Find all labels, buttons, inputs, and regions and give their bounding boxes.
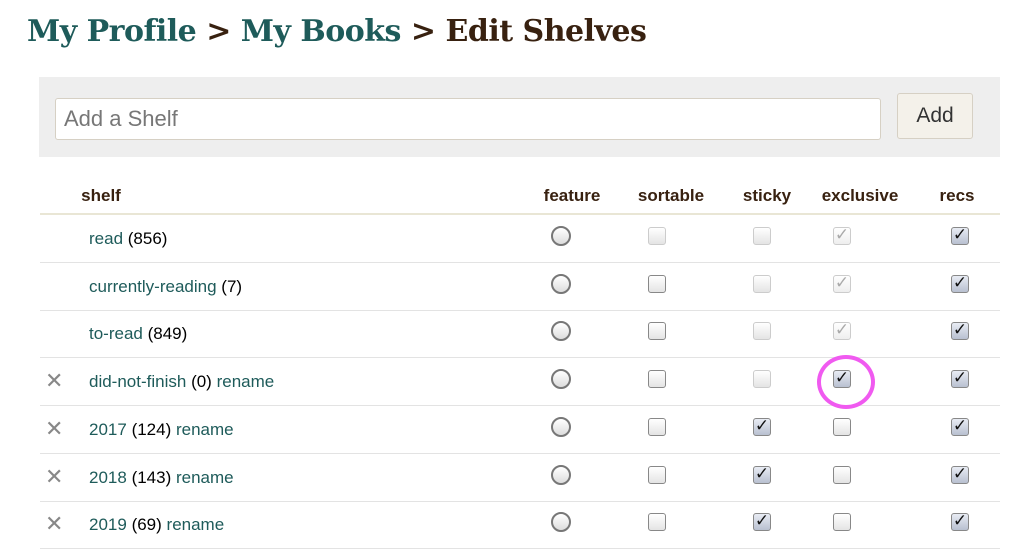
sticky-checkbox xyxy=(753,370,771,389)
rename-link[interactable]: rename xyxy=(167,515,225,534)
feature-radio[interactable] xyxy=(551,416,571,437)
sortable-checkbox[interactable] xyxy=(648,417,666,436)
sortable-checkbox[interactable] xyxy=(648,465,666,484)
rename-link[interactable]: rename xyxy=(176,468,234,487)
shelf-link[interactable]: currently-reading xyxy=(89,277,217,296)
exclusive-checkbox[interactable] xyxy=(833,465,851,484)
recs-checkbox[interactable]: ✓ xyxy=(951,369,969,389)
table-row: ✕ 2017 (124) rename ✓ ✓ xyxy=(40,406,1000,454)
table-row: read (856) ✓ ✓ xyxy=(40,215,1000,263)
column-header-feature: feature xyxy=(543,186,601,205)
delete-shelf-icon[interactable]: ✕ xyxy=(45,511,63,537)
sticky-checkbox[interactable]: ✓ xyxy=(753,465,771,484)
column-header-shelf: shelf xyxy=(81,186,121,205)
sticky-checkbox[interactable]: ✓ xyxy=(753,512,771,532)
shelf-count: (69) xyxy=(131,515,162,535)
feature-radio[interactable] xyxy=(551,321,571,342)
breadcrumb-my-books[interactable]: My Books xyxy=(241,14,402,49)
shelf-cell: did-not-finish (0) rename xyxy=(89,372,274,392)
table-row: ✕ 2018 (143) rename ✓ ✓ xyxy=(40,454,1000,502)
delete-shelf-icon[interactable]: ✕ xyxy=(45,464,63,490)
shelf-link[interactable]: 2019 xyxy=(89,515,127,534)
table-row: ✕ 2019 (69) rename ✓ ✓ xyxy=(40,501,1000,550)
shelf-count: (849) xyxy=(147,324,188,344)
shelf-cell: read (856) xyxy=(89,229,167,249)
breadcrumb: My Profile > My Books > Edit Shelves xyxy=(27,14,647,49)
shelf-cell: 2018 (143) rename xyxy=(89,468,234,488)
page-title: Edit Shelves xyxy=(445,14,647,49)
recs-checkbox[interactable]: ✓ xyxy=(951,226,969,245)
rename-link[interactable]: rename xyxy=(176,420,234,439)
shelf-link[interactable]: to-read xyxy=(89,324,143,343)
delete-shelf-icon[interactable]: ✕ xyxy=(45,416,63,442)
shelf-count: (7) xyxy=(221,276,243,296)
table-row: to-read (849) ✓ ✓ xyxy=(40,310,1000,359)
column-header-exclusive: exclusive xyxy=(821,186,899,205)
recs-checkbox[interactable]: ✓ xyxy=(951,465,969,484)
sortable-checkbox[interactable] xyxy=(648,370,666,389)
breadcrumb-my-profile[interactable]: My Profile xyxy=(27,14,197,49)
highlight-ring xyxy=(817,355,875,409)
feature-radio[interactable] xyxy=(551,464,571,485)
sticky-checkbox xyxy=(753,322,771,341)
feature-radio[interactable] xyxy=(551,226,571,246)
sticky-checkbox[interactable]: ✓ xyxy=(753,417,771,436)
sortable-checkbox[interactable] xyxy=(648,322,666,341)
column-header-recs: recs xyxy=(939,186,975,205)
recs-checkbox[interactable]: ✓ xyxy=(951,274,969,293)
breadcrumb-separator: > xyxy=(206,14,231,49)
rename-link[interactable]: rename xyxy=(217,372,275,391)
recs-checkbox[interactable]: ✓ xyxy=(951,512,969,532)
shelf-link[interactable]: did-not-finish xyxy=(89,372,186,391)
shelf-count: (856) xyxy=(127,229,168,248)
breadcrumb-separator: > xyxy=(410,14,436,49)
shelf-count: (124) xyxy=(131,419,172,439)
recs-checkbox[interactable]: ✓ xyxy=(951,417,969,436)
exclusive-checkbox: ✓ xyxy=(833,272,851,293)
sticky-checkbox xyxy=(753,274,771,293)
sticky-checkbox xyxy=(753,227,771,245)
sortable-checkbox xyxy=(648,227,666,245)
feature-radio[interactable] xyxy=(551,273,571,294)
exclusive-checkbox: ✓ xyxy=(833,320,851,341)
add-shelf-panel: Add xyxy=(39,77,1000,157)
shelf-link[interactable]: 2017 xyxy=(89,420,127,439)
delete-shelf-icon[interactable]: ✕ xyxy=(45,368,63,394)
add-shelf-input[interactable] xyxy=(55,98,881,140)
shelf-cell: currently-reading (7) xyxy=(89,277,242,297)
exclusive-checkbox: ✓ xyxy=(833,225,851,245)
add-shelf-button[interactable]: Add xyxy=(897,93,973,139)
exclusive-checkbox[interactable] xyxy=(833,513,851,532)
exclusive-checkbox[interactable] xyxy=(833,417,851,436)
shelf-link[interactable]: 2018 xyxy=(89,468,127,487)
shelf-count: (143) xyxy=(131,467,172,487)
column-header-sticky: sticky xyxy=(742,186,792,205)
shelf-cell: to-read (849) xyxy=(89,324,187,344)
table-row: currently-reading (7) ✓ ✓ xyxy=(40,263,1000,311)
feature-radio[interactable] xyxy=(551,512,571,533)
shelf-cell: 2017 (124) rename xyxy=(89,420,234,440)
feature-radio[interactable] xyxy=(551,369,571,390)
sortable-checkbox[interactable] xyxy=(648,274,666,293)
shelf-count: (0) xyxy=(191,372,212,392)
recs-checkbox[interactable]: ✓ xyxy=(951,321,969,341)
shelf-cell: 2019 (69) rename xyxy=(89,515,224,535)
shelf-link[interactable]: read xyxy=(89,229,123,248)
column-header-sortable: sortable xyxy=(637,186,705,205)
sortable-checkbox[interactable] xyxy=(648,513,666,532)
